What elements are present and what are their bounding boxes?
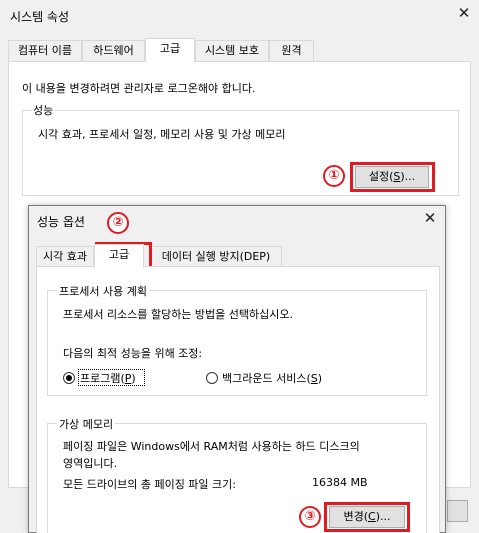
tab-remote[interactable]: 원격: [269, 40, 314, 61]
background-accel: S: [310, 372, 318, 385]
performance-description: 시각 효과, 프로세서 일정, 메모리 사용 및 가상 메모리: [38, 128, 286, 141]
tab-system-protection[interactable]: 시스템 보호: [195, 40, 269, 61]
radio-programs[interactable]: [63, 372, 75, 384]
close-icon[interactable]: ✕: [422, 210, 438, 226]
processor-description: 프로세서 리소스를 할당하는 방법을 선택하십시오.: [63, 308, 294, 321]
tab-dep[interactable]: 데이터 실행 방지(DEP): [150, 246, 282, 267]
background-text: 백그라운드 서비스(: [222, 372, 311, 385]
outer-dialog-button-partial[interactable]: [447, 500, 468, 522]
background-suffix: ): [317, 372, 323, 385]
tab-visual-effects[interactable]: 시각 효과: [36, 246, 94, 267]
marker-2: ②: [107, 212, 129, 234]
total-paging-value: 16384 MB: [312, 476, 368, 489]
vm-description-line2: 영역입니다.: [63, 457, 118, 470]
programs-label[interactable]: 프로그램(P): [80, 370, 136, 386]
marker-3: ③: [299, 506, 321, 528]
total-paging-label: 모든 드라이브의 총 페이징 파일 크기:: [63, 478, 236, 491]
admin-note: 이 내용을 변경하려면 관리자로 로그온해야 합니다.: [22, 82, 256, 95]
tab-hardware[interactable]: 하드웨어: [82, 40, 145, 61]
adjust-label: 다음의 최적 성능을 위해 조정:: [63, 347, 203, 360]
tab-computer-name[interactable]: 컴퓨터 이름: [8, 40, 82, 61]
programs-suffix: ): [131, 372, 136, 385]
vm-group-title: 가상 메모리: [57, 416, 116, 432]
tab-advanced[interactable]: 고급: [145, 38, 195, 62]
window-title: 시스템 속성: [10, 10, 70, 24]
highlight-change: [324, 502, 410, 532]
highlight-settings: [350, 162, 435, 192]
tab-advanced[interactable]: 고급: [94, 244, 144, 268]
background-services-label[interactable]: 백그라운드 서비스(S): [222, 370, 322, 386]
dialog-title: 성능 옵션: [37, 215, 85, 229]
vm-description-line1: 페이징 파일은 Windows에서 RAM처럼 사용하는 하드 디스크의: [63, 440, 360, 453]
marker-1: ①: [323, 165, 345, 187]
performance-options-dialog: 성능 옵션 ✕ ② 시각 효과 고급 데이터 실행 방지(DEP) 프로세서 사…: [28, 205, 446, 533]
close-icon[interactable]: ✕: [456, 5, 472, 21]
programs-text: 프로그램(: [80, 372, 125, 385]
processor-group-title: 프로세서 사용 계획: [57, 283, 149, 299]
radio-background-services[interactable]: [206, 372, 218, 384]
performance-group-title: 성능: [31, 102, 56, 118]
